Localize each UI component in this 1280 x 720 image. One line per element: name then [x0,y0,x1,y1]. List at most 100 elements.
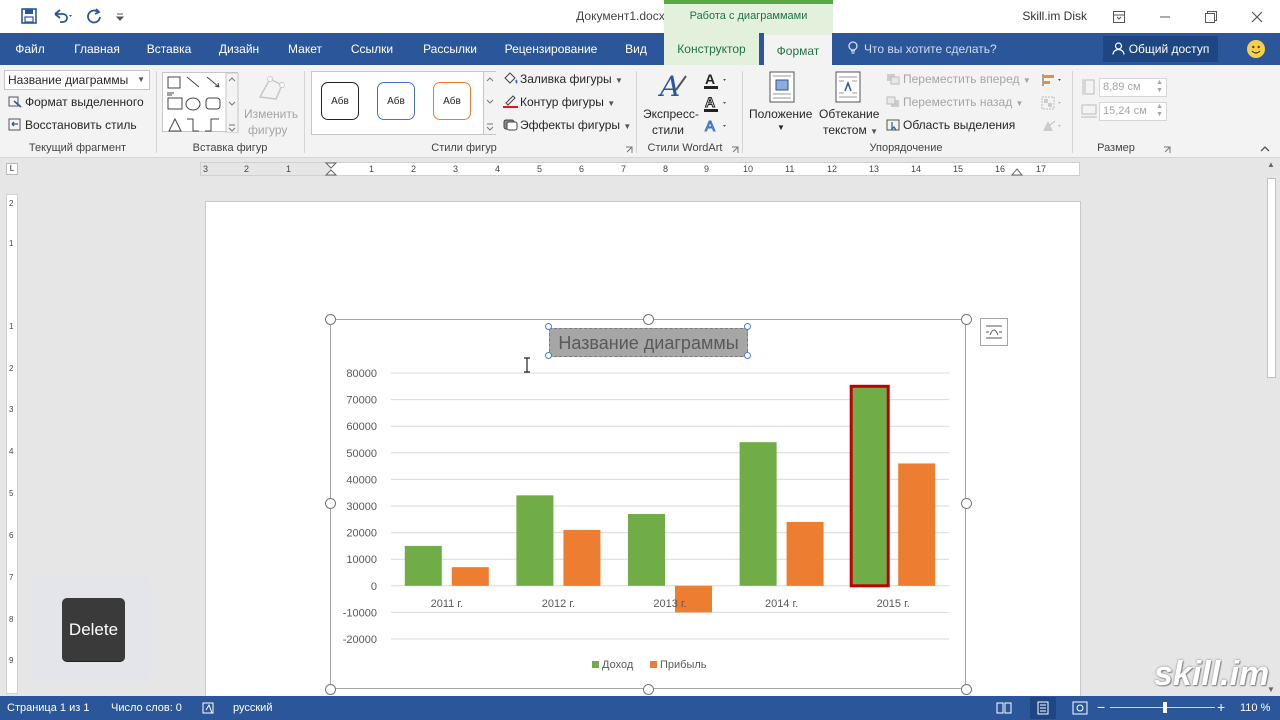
tab-file[interactable]: Файл [0,33,60,65]
wrap-text-label-2: текстом ▼ [823,123,878,137]
status-language[interactable]: русский [233,702,272,714]
selection-pane-button[interactable]: Область выделения [886,118,1015,132]
restore-icon[interactable] [1188,0,1234,33]
right-indent-marker-icon[interactable] [1011,164,1023,176]
feedback-smiley-icon[interactable] [1247,40,1265,58]
tab-insert[interactable]: Вставка [137,33,201,65]
shape-style-orange[interactable]: Абв [433,82,471,120]
chart-area[interactable]: 80000 70000 60000 50000 40000 30000 20000 10000… [330,319,966,689]
scrollbar-thumb[interactable] [1267,178,1276,378]
edit-shape-icon[interactable] [252,70,292,106]
resize-handle-sw[interactable] [325,684,336,695]
zoom-level[interactable]: 110 % [1240,702,1270,714]
spinner-icon[interactable]: ▲ ▼ [1156,103,1163,119]
wrap-text-icon[interactable] [832,70,864,104]
gallery-scroll[interactable] [483,72,496,134]
tab-design[interactable]: Дизайн [208,33,270,65]
tell-me-search[interactable]: Что вы хотите сделать? [846,33,997,65]
resize-handle-e[interactable] [961,498,972,509]
shape-height-input[interactable]: 8,89 см ▲ ▼ [1099,78,1167,97]
status-word-count[interactable]: Число слов: 0 [111,702,182,714]
layout-options-button[interactable] [980,318,1008,346]
bar-income[interactable] [849,384,890,588]
group-separator [1072,71,1073,153]
save-icon[interactable] [18,6,40,26]
title-handle-ne[interactable] [744,323,751,330]
chart-title[interactable]: Название диаграммы [549,328,748,357]
bring-forward-button[interactable]: Переместить вперед ▼ [886,72,1031,86]
dialog-launcher-icon[interactable] [624,145,634,155]
tab-chart-format[interactable]: Формат [764,33,832,65]
customize-qat-icon[interactable] [112,6,128,26]
share-button[interactable]: Общий доступ [1103,36,1218,62]
read-mode-icon[interactable] [996,701,1012,715]
title-handle-se[interactable] [744,352,751,359]
tab-chart-design[interactable]: Конструктор [664,33,759,65]
text-effects-icon[interactable]: A [702,117,732,135]
edit-shape-label[interactable]: Изменить [244,107,298,121]
tab-review[interactable]: Рецензирование [496,33,606,65]
tab-home[interactable]: Главная [63,33,131,65]
dialog-launcher-icon[interactable] [1162,145,1172,155]
close-icon[interactable] [1234,0,1280,33]
zoom-slider-thumb[interactable] [1163,702,1167,713]
proofing-icon[interactable] [202,701,216,715]
shape-fill-button[interactable]: Заливка фигуры ▼ [503,72,623,86]
dialog-launcher-icon[interactable] [730,145,740,155]
status-page[interactable]: Страница 1 из 1 [7,702,89,714]
undo-icon[interactable] [48,6,78,26]
title-handle-sw[interactable] [545,352,552,359]
resize-handle-nw[interactable] [325,314,336,325]
minimize-icon[interactable] [1142,0,1188,33]
chart-elements-dropdown[interactable]: Название диаграммы ▼ [4,70,150,90]
wordart-quick-styles-label[interactable]: Экспресс- [643,107,699,121]
tab-view[interactable]: Вид [614,33,658,65]
group-objects-icon[interactable] [1040,95,1066,111]
shape-effects-button[interactable]: Эффекты фигуры ▼ [503,118,631,132]
spinner-icon[interactable]: ▲ ▼ [1156,79,1163,95]
selection-pane-label: Область выделения [903,118,1016,132]
send-backward-button[interactable]: Переместить назад ▼ [886,95,1023,109]
resize-handle-se[interactable] [961,684,972,695]
zoom-out-icon[interactable]: − [1097,699,1105,715]
text-fill-icon[interactable]: A [702,71,732,89]
title-handle-nw[interactable] [545,323,552,330]
tab-layout[interactable]: Макет [278,33,332,65]
shape-style-dark[interactable]: Абв [321,82,359,120]
text-outline-icon[interactable]: A [702,94,732,112]
resize-handle-s[interactable] [643,684,654,695]
vertical-scrollbar[interactable]: ▲ ▼ [1263,158,1280,696]
format-selection-button[interactable]: Формат выделенного [8,95,144,109]
zoom-in-icon[interactable]: + [1217,699,1225,715]
resize-handle-ne[interactable] [961,314,972,325]
indent-marker-icon[interactable] [324,162,338,176]
scroll-up-icon[interactable]: ▲ [1267,160,1275,169]
web-layout-icon[interactable] [1072,701,1088,715]
ribbon-display-options-icon[interactable] [1096,0,1142,33]
chart-plot[interactable]: 80000 70000 60000 50000 40000 30000 20000 10000… [331,320,967,690]
rotate-icon[interactable] [1040,118,1066,134]
tab-mailings[interactable]: Рассылки [412,33,488,65]
shape-style-blue[interactable]: Абв [377,82,415,120]
legend-swatch [592,661,599,668]
resize-handle-n[interactable] [643,314,654,325]
tab-selector[interactable]: L [6,163,18,175]
print-layout-button[interactable] [1030,697,1056,719]
shape-styles-gallery[interactable]: Абв Абв Абв [311,71,496,135]
shape-outline-button[interactable]: Контур фигуры ▼ [503,95,615,109]
account-name[interactable]: Skill.im Disk [1022,9,1087,23]
wrap-text-label[interactable]: Обтекание [819,107,879,121]
resize-handle-w[interactable] [325,498,336,509]
align-icon[interactable] [1040,72,1066,88]
horizontal-ruler[interactable]: 3 2 1 1 2 3 4 5 6 7 8 9 10 11 12 13 14 1… [200,162,1080,176]
position-label[interactable]: Положение [749,107,812,121]
vertical-ruler[interactable]: 2 1 1 2 3 4 5 6 7 8 9 [6,194,18,694]
shapes-gallery[interactable] [162,72,239,134]
wordart-quick-styles-icon[interactable]: A [656,69,690,105]
reset-style-button[interactable]: Восстановить стиль [8,118,137,132]
tab-references[interactable]: Ссылки [340,33,404,65]
collapse-ribbon-icon[interactable] [1258,143,1272,155]
position-icon[interactable] [766,70,798,104]
shape-width-input[interactable]: 15,24 см ▲ ▼ [1099,102,1167,121]
redo-icon[interactable] [83,6,105,26]
